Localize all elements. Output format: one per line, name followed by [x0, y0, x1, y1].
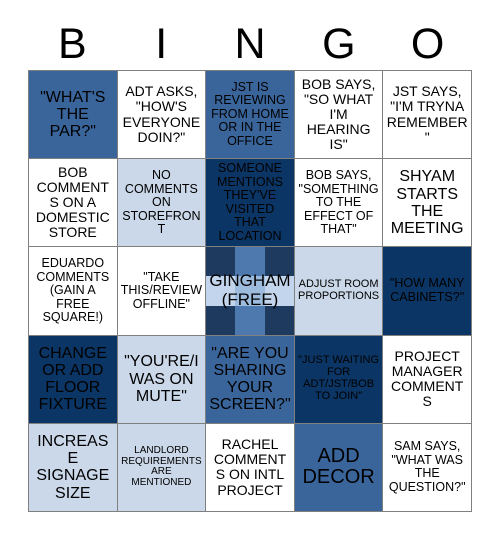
bingo-cell[interactable]: INCREASE SIGNAGE SIZE: [29, 423, 118, 512]
bingo-free-space-label: GINGHAM (FREE): [209, 271, 291, 309]
bingo-cell[interactable]: CHANGE OR ADD FLOOR FIXTURE: [29, 335, 118, 424]
bingo-cell-label: ADT ASKS, "HOW'S EVERYONE DOIN?": [122, 83, 201, 145]
bingo-cell[interactable]: LANDLORD REQUIREMENTS ARE MENTIONED: [117, 423, 207, 512]
bingo-cell[interactable]: SAM SAYS, "WHAT WAS THE QUESTION?": [383, 423, 472, 512]
bingo-cell-label: BOB COMMENTS ON A DOMESTIC STORE: [35, 164, 110, 241]
bingo-cell[interactable]: "JUST WAITING FOR ADT/JST/BOB TO JOIN": [294, 335, 384, 424]
bingo-free-space[interactable]: GINGHAM (FREE): [206, 247, 295, 336]
gingham-swatch: [264, 305, 294, 335]
gingham-swatch: [206, 305, 236, 335]
bingo-cell-label: SOMEONE MENTIONS THEY'VE VISITED THAT LO…: [217, 161, 283, 243]
bingo-cell[interactable]: "TAKE THIS/REVIEW OFFLINE": [117, 247, 207, 336]
bingo-cell-label: INCREASE SIGNAGE SIZE: [36, 432, 110, 502]
bingo-cell-label: ADD DECOR: [302, 444, 375, 489]
bingo-header-letter-n: N: [234, 19, 266, 68]
bingo-cell-label: PROJECT MANAGER COMMENTS: [391, 347, 464, 410]
bingo-cell[interactable]: "HOW MANY CABINETS?": [383, 247, 472, 336]
bingo-cell-label: CHANGE OR ADD FLOOR FIXTURE: [38, 344, 108, 414]
gingham-swatch: [235, 305, 265, 335]
bingo-cell-label: BOB SAYS, "SO WHAT I'M HEARING IS": [301, 75, 376, 153]
bingo-cell-label: "JUST WAITING FOR ADT/JST/BOB TO JOIN": [298, 354, 380, 403]
bingo-cell-label: "HOW MANY CABINETS?": [389, 276, 465, 304]
bingo-cell[interactable]: NO COMMENTS ON STOREFRONT: [117, 159, 207, 248]
bingo-cell[interactable]: JST SAYS, "I'M TRYNA REMEMBER": [383, 71, 472, 160]
bingo-header-letter-o: O: [410, 19, 445, 68]
bingo-cell[interactable]: PROJECT MANAGER COMMENTS: [383, 335, 472, 424]
bingo-grid: "WHAT'S THE PAR?" ADT ASKS, "HOW'S EVERYO…: [28, 70, 472, 512]
bingo-cell[interactable]: SHYAM STARTS THE MEETING: [383, 159, 472, 248]
bingo-cell-label: ADJUST ROOM PROPORTIONS: [298, 278, 380, 302]
bingo-cell-label: JST SAYS, "I'M TRYNA REMEMBER": [386, 83, 468, 145]
bingo-cell-label: NO COMMENTS ON STOREFRONT: [122, 168, 201, 237]
bingo-cell[interactable]: "YOU'RE/I WAS ON MUTE": [117, 335, 207, 424]
bingo-header-row: B I N G O: [28, 18, 472, 70]
bingo-cell-label: "TAKE THIS/REVIEW OFFLINE": [120, 269, 203, 311]
bingo-cell[interactable]: BOB SAYS, "SOMETHING TO THE EFFECT OF TH…: [294, 159, 384, 248]
bingo-cell[interactable]: RACHEL COMMENTS ON INTL PROJECT: [206, 423, 295, 512]
bingo-cell-label: "WHAT'S THE PAR?": [40, 88, 106, 141]
bingo-cell[interactable]: BOB SAYS, "SO WHAT I'M HEARING IS": [294, 71, 384, 160]
bingo-cell[interactable]: BOB COMMENTS ON A DOMESTIC STORE: [29, 159, 118, 248]
bingo-cell[interactable]: JST IS REVIEWING FROM HOME OR IN THE OFF…: [206, 71, 295, 160]
bingo-cell-label: SHYAM STARTS THE MEETING: [390, 168, 464, 238]
bingo-cell-label: RACHEL COMMENTS ON INTL PROJECT: [213, 436, 287, 498]
bingo-header-letter-g: G: [322, 19, 356, 68]
bingo-header-letter-i: I: [155, 19, 168, 68]
bingo-cell-label: "YOU'RE/I WAS ON MUTE": [124, 353, 199, 405]
bingo-cell-label: LANDLORD REQUIREMENTS ARE MENTIONED: [121, 444, 202, 489]
bingo-cell[interactable]: "ARE YOU SHARING YOUR SCREEN?": [206, 335, 295, 424]
bingo-card: B I N G O "WHAT'S THE PAR?" ADT ASKS, "HO…: [0, 0, 500, 544]
bingo-cell[interactable]: EDUARDO COMMENTS (GAIN A FREE SQUARE!): [29, 247, 118, 336]
bingo-cell[interactable]: SOMEONE MENTIONS THEY'VE VISITED THAT LO…: [206, 159, 295, 248]
bingo-cell[interactable]: ADT ASKS, "HOW'S EVERYONE DOIN?": [117, 71, 207, 160]
bingo-cell-label: BOB SAYS, "SOMETHING TO THE EFFECT OF TH…: [298, 168, 379, 237]
bingo-cell-label: "ARE YOU SHARING YOUR SCREEN?": [209, 344, 291, 414]
bingo-header-letter-b: B: [58, 19, 87, 68]
bingo-cell-label: JST IS REVIEWING FROM HOME OR IN THE OFF…: [211, 79, 289, 148]
bingo-cell[interactable]: ADJUST ROOM PROPORTIONS: [294, 247, 384, 336]
bingo-cell-label: SAM SAYS, "WHAT WAS THE QUESTION?": [388, 439, 466, 494]
bingo-cell-label: EDUARDO COMMENTS (GAIN A FREE SQUARE!): [36, 256, 110, 325]
bingo-cell[interactable]: ADD DECOR: [294, 423, 384, 512]
bingo-cell[interactable]: "WHAT'S THE PAR?": [29, 71, 118, 160]
